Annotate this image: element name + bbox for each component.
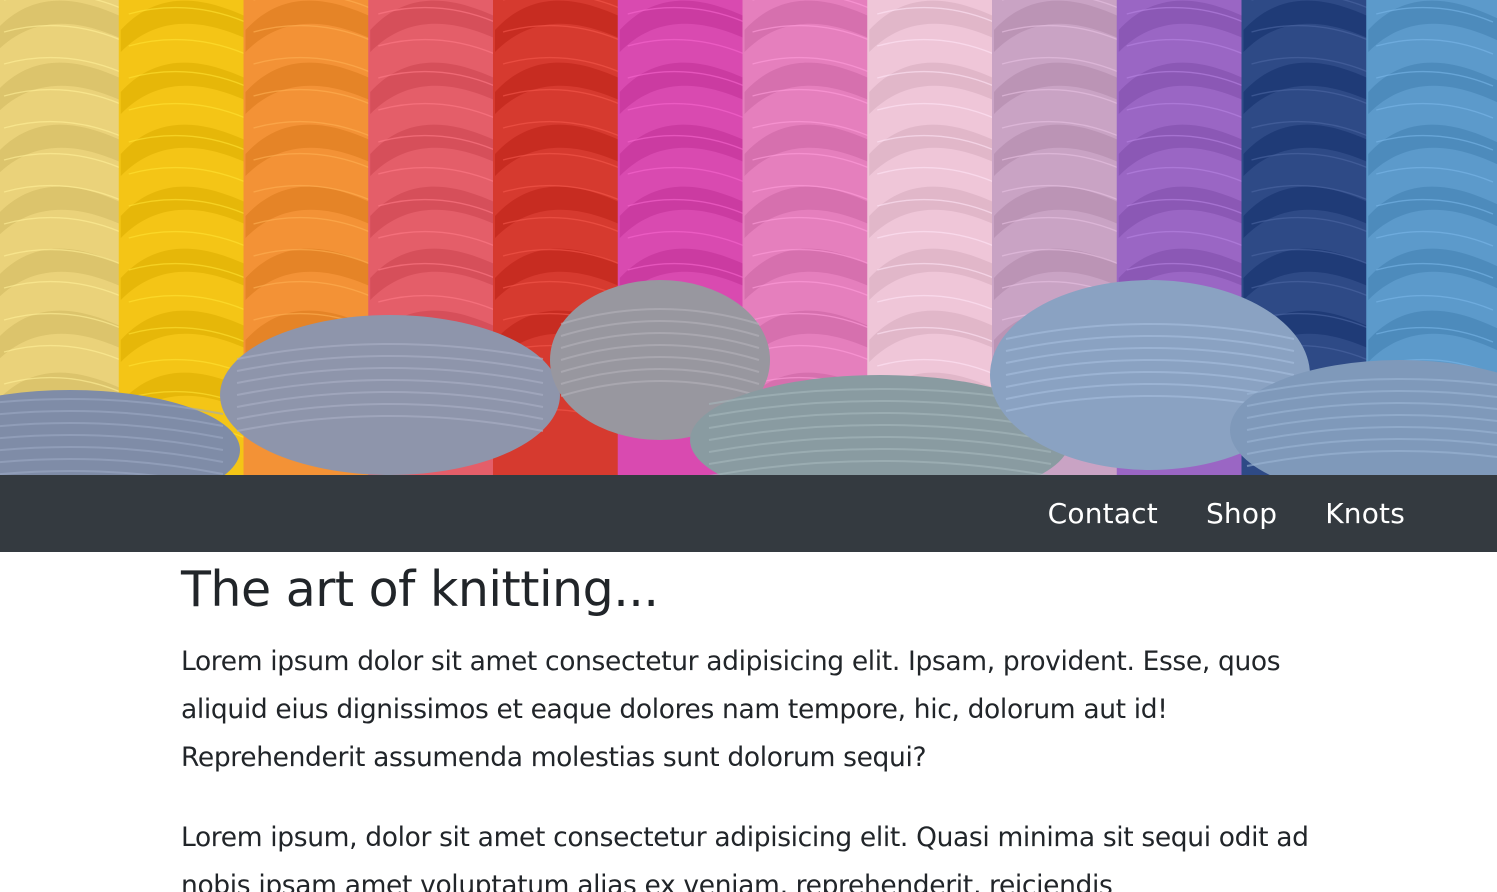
- nav-link-knots[interactable]: Knots: [1325, 497, 1405, 530]
- second-paragraph: Lorem ipsum, dolor sit amet consectetur …: [181, 822, 1309, 892]
- page-title: The art of knitting...: [181, 561, 659, 618]
- nav-link-shop[interactable]: Shop: [1206, 497, 1277, 530]
- hero-banner: [0, 0, 1497, 475]
- main-content: The art of knitting... Lorem ipsum dolor…: [0, 552, 1316, 892]
- intro-paragraph: Lorem ipsum dolor sit amet consectetur a…: [181, 646, 1281, 773]
- yarn-hero-image: [0, 0, 1497, 475]
- top-navbar: Contact Shop Knots: [0, 475, 1497, 552]
- nav-link-contact[interactable]: Contact: [1048, 497, 1158, 530]
